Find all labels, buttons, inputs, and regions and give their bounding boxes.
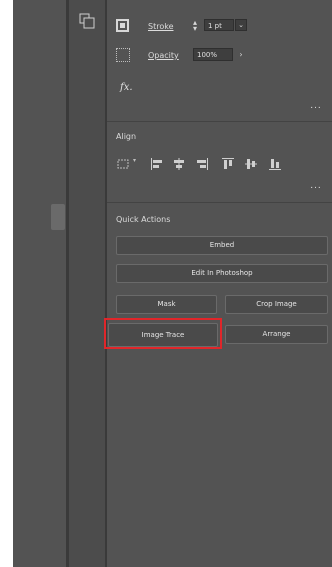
canvas-area[interactable]: [13, 0, 66, 567]
crop-image-button[interactable]: Crop Image: [225, 295, 328, 314]
section-divider: [107, 202, 332, 203]
vertical-align-bottom-icon[interactable]: [268, 155, 282, 170]
more-options-button[interactable]: ...: [309, 102, 323, 112]
section-divider: [107, 121, 332, 122]
vertical-align-center-icon[interactable]: [244, 155, 258, 169]
illustrator-window: Stroke ▴ ▾ 1 pt ⌄ Opacity 100% › fx. ...…: [0, 0, 332, 567]
horizontal-align-center-icon[interactable]: [172, 155, 186, 170]
artboards-icon[interactable]: [79, 13, 95, 29]
opacity-input[interactable]: 100%: [193, 48, 233, 61]
embed-button[interactable]: Embed: [116, 236, 328, 255]
stepper-down-icon[interactable]: ▾: [193, 25, 201, 33]
mask-button[interactable]: Mask: [116, 295, 217, 314]
stroke-label[interactable]: Stroke: [148, 22, 174, 32]
stroke-swatch-icon[interactable]: [116, 19, 129, 32]
vertical-align-top-icon[interactable]: [221, 155, 235, 169]
arrange-button[interactable]: Arrange: [225, 325, 328, 344]
stroke-stepper[interactable]: ▴ ▾: [193, 19, 201, 33]
horizontal-align-right-icon[interactable]: [195, 155, 209, 170]
panel-icon-strip: [69, 0, 105, 567]
stroke-weight-input[interactable]: 1 pt: [204, 19, 234, 31]
opacity-icon: [116, 48, 130, 62]
properties-panel: [107, 0, 332, 567]
more-options-button[interactable]: ...: [309, 182, 323, 192]
fx-icon[interactable]: fx.: [120, 82, 133, 93]
scrollbar-handle[interactable]: [51, 204, 65, 230]
align-section-title: Align: [116, 132, 137, 141]
chevron-right-icon[interactable]: ›: [235, 48, 247, 61]
align-to-selection-icon[interactable]: [117, 155, 131, 169]
edit-in-photoshop-button[interactable]: Edit In Photoshop: [116, 264, 328, 283]
quick-actions-title: Quick Actions: [116, 215, 171, 224]
chevron-down-icon[interactable]: ⌄: [235, 19, 247, 31]
opacity-label[interactable]: Opacity: [148, 51, 179, 61]
chevron-down-icon[interactable]: ▾: [133, 157, 139, 165]
horizontal-align-left-icon[interactable]: [150, 155, 164, 170]
highlight-annotation: [104, 318, 222, 349]
